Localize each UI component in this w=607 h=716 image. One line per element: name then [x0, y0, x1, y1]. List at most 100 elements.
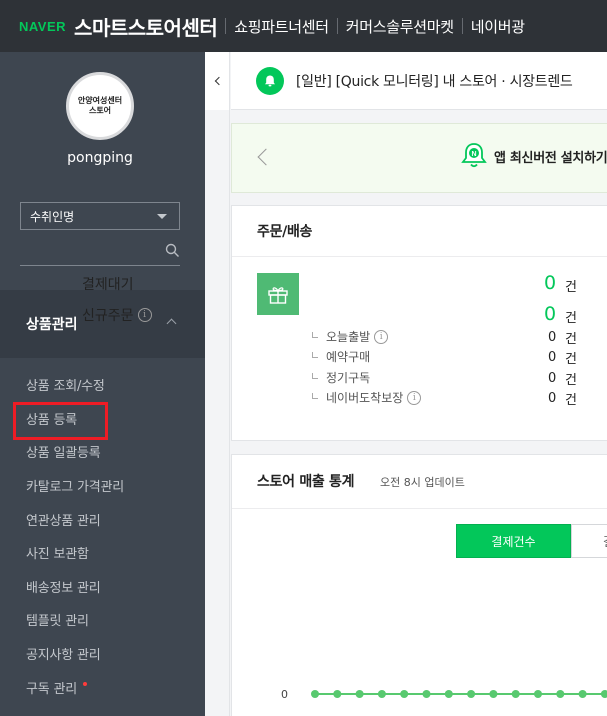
order-row-value[interactable]: 0: [544, 272, 556, 294]
sidebar-item-label: 상품 조회/수정: [26, 379, 105, 395]
search-icon[interactable]: [165, 243, 180, 258]
app-install-banner[interactable]: N 앱 최신버전 설치하기: [231, 123, 607, 193]
order-row-unit: 건: [565, 280, 577, 295]
chevron-left-icon: [214, 76, 223, 86]
order-row-label: 신규주문: [82, 308, 134, 324]
sub-row-branch-icon: [312, 372, 318, 379]
sidebar-item-shipping-info[interactable]: 배송정보 관리: [0, 570, 205, 604]
sidebar-collapse-button[interactable]: [205, 52, 230, 110]
sidebar-item-label: 사진 보관함: [26, 547, 89, 563]
order-row-unit: 건: [565, 393, 577, 408]
order-row-unit: 건: [565, 352, 577, 367]
svg-text:N: N: [471, 151, 476, 158]
sidebar-item-catalog-price[interactable]: 카탈로그 가격관리: [0, 469, 205, 503]
sidebar-item-label: 구독 관리: [26, 681, 77, 697]
stats-title[interactable]: 스토어 매출 통계: [257, 471, 355, 491]
store-username: pongping: [67, 150, 133, 166]
sidebar-item-bulk-register[interactable]: 상품 일괄등록: [0, 435, 205, 469]
order-row-value[interactable]: 0: [548, 371, 556, 386]
sub-row-branch-icon: [312, 351, 318, 358]
search-type-value: 수취인명: [30, 209, 75, 224]
order-row-value[interactable]: 0: [548, 391, 556, 406]
sidebar-item-photo-storage[interactable]: 사진 보관함: [0, 536, 205, 570]
sidebar-item-template[interactable]: 템플릿 관리: [0, 603, 205, 637]
top-link-commerce-solution[interactable]: 커머스솔루션마켓: [346, 16, 454, 37]
order-row-today-shipping[interactable]: 오늘출발 i: [312, 328, 389, 345]
avatar-text-line-2: 스토어: [88, 106, 112, 115]
tab-payment-count[interactable]: 결제건수: [456, 524, 571, 558]
order-row-value[interactable]: 0: [544, 303, 556, 325]
sidebar-item-label: 연관상품 관리: [26, 513, 101, 529]
sidebar-item-subscription[interactable]: 구독 관리: [0, 670, 205, 704]
top-link-shopping-partner[interactable]: 쇼핑파트너센터: [234, 16, 329, 37]
chart-point[interactable]: [444, 690, 453, 698]
info-icon[interactable]: i: [374, 329, 389, 344]
banner-text[interactable]: 앱 최신버전 설치하기: [494, 147, 607, 166]
sub-row-branch-icon: [312, 331, 318, 338]
order-row-naver-delivery-guarantee[interactable]: 네이버도착보장 i: [312, 389, 422, 406]
order-row-label: 네이버도착보장: [326, 391, 404, 405]
caret-down-icon: [157, 214, 167, 219]
order-row-unit: 건: [565, 373, 577, 388]
sub-row-branch-icon: [312, 392, 318, 399]
stats-update-time: 오전 8시 업데이트: [380, 476, 465, 489]
info-icon[interactable]: i: [407, 390, 422, 405]
order-card-title[interactable]: 주문/배송: [257, 221, 312, 241]
sidebar-item-label: 템플릿 관리: [26, 614, 89, 630]
smartstore-center-title[interactable]: 스마트스토어센터: [74, 12, 218, 41]
chart-point[interactable]: [534, 690, 542, 698]
bell-icon: [265, 75, 275, 86]
chevron-up-icon: [166, 318, 177, 329]
order-row-value[interactable]: 0: [548, 330, 556, 345]
sidebar-item-related-products[interactable]: 연관상품 관리: [0, 502, 205, 536]
top-navigation-bar: NAVER 스마트스토어센터 쇼핑파트너센터 커머스솔루션마켓 네이버광: [0, 0, 607, 52]
sidebar-collapse-strip: [205, 52, 230, 716]
order-row-new-orders[interactable]: 신규주문 i: [82, 305, 152, 325]
chart-point[interactable]: [600, 690, 607, 698]
chart-point[interactable]: [333, 690, 342, 698]
sales-line-chart: [311, 690, 607, 698]
gift-box-icon: [257, 273, 299, 315]
order-row-label: 정기구독: [326, 371, 371, 385]
avatar-text-line-1: 안양여성센터: [77, 96, 123, 105]
order-row-value[interactable]: 0: [548, 350, 556, 365]
chart-point[interactable]: [422, 690, 431, 698]
notice-bell-icon: [256, 66, 284, 95]
tab-next[interactable]: 결: [571, 524, 607, 558]
naver-logo[interactable]: NAVER: [19, 19, 66, 34]
top-link-naver-ads[interactable]: 네이버광: [471, 16, 525, 37]
chart-point[interactable]: [578, 690, 587, 698]
order-row-awaiting-payment[interactable]: 결제대기: [82, 274, 134, 294]
new-badge-dot: [82, 682, 87, 687]
chart-point[interactable]: [556, 690, 565, 698]
order-row-unit: 건: [565, 332, 577, 347]
top-divider: [461, 18, 463, 34]
chart-point[interactable]: [467, 690, 476, 698]
sidebar-item-label: 공지사항 관리: [26, 648, 101, 664]
sidebar-item-label: 상품 일괄등록: [26, 446, 101, 462]
chart-point[interactable]: [400, 690, 409, 698]
chart-point[interactable]: [355, 690, 364, 698]
store-avatar[interactable]: 안양여성센터 스토어: [66, 72, 134, 140]
order-row-subscription[interactable]: 정기구독: [312, 369, 370, 386]
sidebar-item-notice[interactable]: 공지사항 관리: [0, 637, 205, 671]
order-row-label: 오늘출발: [326, 330, 371, 344]
sidebar-item-label: 배송정보 관리: [26, 580, 101, 596]
order-row-label: 결제대기: [82, 277, 134, 293]
menu-section-label: 상품관리: [26, 317, 78, 333]
chart-point[interactable]: [377, 690, 386, 698]
chart-point[interactable]: [511, 690, 520, 698]
banner-prev-arrow-icon[interactable]: [257, 148, 275, 166]
card-divider: [232, 256, 607, 257]
card-divider: [232, 508, 607, 509]
sidebar-item-product-search[interactable]: 상품 조회/수정: [0, 368, 205, 402]
notice-bar[interactable]: [일반] [Quick 모니터링] 내 스토어 · 시장트렌드: [231, 52, 607, 110]
info-icon[interactable]: i: [137, 308, 152, 322]
search-type-select[interactable]: 수취인명: [20, 202, 180, 230]
sidebar-search-input[interactable]: [20, 238, 180, 266]
notice-text[interactable]: [일반] [Quick 모니터링] 내 스토어 · 시장트렌드: [296, 71, 573, 91]
chart-point[interactable]: [311, 690, 319, 698]
order-row-reservation[interactable]: 예약구매: [312, 348, 370, 365]
bell-n-icon: N: [461, 143, 487, 168]
chart-point[interactable]: [489, 690, 498, 698]
